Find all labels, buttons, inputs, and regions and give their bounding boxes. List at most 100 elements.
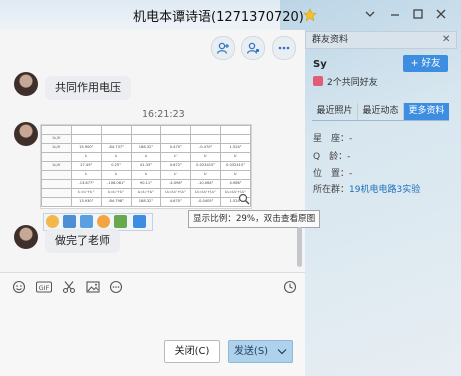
image-table-cell: I₁ xyxy=(70,170,102,180)
member-info-icon[interactable] xyxy=(241,36,265,60)
avatar[interactable] xyxy=(14,225,38,249)
friends-icon xyxy=(313,76,323,86)
info-row: 所在群：19机电电路3实验 xyxy=(313,182,420,195)
image-table-cell: I₂=I₂'+I₂'' xyxy=(100,188,132,198)
info-label: 所在群： xyxy=(313,185,350,195)
image-table-cell: 0.25° xyxy=(100,161,132,171)
image-icon[interactable] xyxy=(86,280,100,294)
image-table-cell xyxy=(70,134,102,144)
add-member-icon[interactable] xyxy=(211,36,235,60)
message-bubble[interactable]: 共同作用电压 xyxy=(45,76,131,100)
image-table-cell xyxy=(41,188,72,198)
pin-icon[interactable] xyxy=(133,215,146,228)
image-table-cell xyxy=(190,134,222,144)
save-icon[interactable] xyxy=(63,215,76,228)
tab-recent-photos[interactable]: 最近照片 xyxy=(312,103,358,120)
image-table-cell: I₂' xyxy=(190,152,222,162)
image-table-cell: U₁/V xyxy=(41,134,72,144)
image-table-cell: I₂ xyxy=(100,170,132,180)
avatar[interactable] xyxy=(14,122,38,146)
maximize-icon[interactable] xyxy=(410,6,426,22)
chevron-down-icon[interactable] xyxy=(362,6,378,22)
star-icon[interactable] xyxy=(303,8,317,22)
image-table-cell: I₁=I₁'+I₁'' xyxy=(70,188,102,198)
image-table-cell: U₂/V xyxy=(41,143,72,153)
magnify-icon[interactable] xyxy=(238,193,250,205)
image-table-cell xyxy=(41,170,72,180)
gif-icon[interactable]: GIF xyxy=(36,280,52,294)
image-table-cell: 188.32° xyxy=(130,197,162,207)
add-friend-button[interactable]: + 好友 xyxy=(403,55,448,72)
close-button[interactable]: 关闭(C) xyxy=(164,340,220,363)
minimize-icon[interactable] xyxy=(387,6,403,22)
window-title: 机电本谭诗语(1271370720) xyxy=(133,10,304,25)
image-table-cell: U₂=U₂'+U₂'' xyxy=(190,188,222,198)
tab-recent-activity[interactable]: 最近动态 xyxy=(358,103,404,120)
image-table-cell xyxy=(70,125,102,135)
more-icon[interactable] xyxy=(109,280,123,294)
image-table-cell: I₁' xyxy=(160,170,192,180)
image-table-cell: I₂' xyxy=(190,170,222,180)
emoji-icon[interactable] xyxy=(12,280,26,294)
mutual-friends[interactable]: 2个共同好友 xyxy=(327,75,378,88)
info-row: Q 龄：- xyxy=(313,149,350,162)
avatar[interactable] xyxy=(14,72,38,96)
image-table-cell: 0.470° xyxy=(160,143,192,153)
image-table-cell: -84.798° xyxy=(100,197,132,207)
image-table-cell: I₃ xyxy=(130,170,162,180)
send-options-button[interactable] xyxy=(272,340,293,363)
image-table-row: I₁=I₁'+I₁'' I₂=I₂'+I₂'' I₃=I₃'+I₃'' U₁=U₁'+… xyxy=(41,188,251,198)
image-table-cell: 0.672° xyxy=(160,161,192,171)
chevron-down-icon xyxy=(277,349,287,355)
face-icon[interactable] xyxy=(97,215,110,228)
history-icon[interactable] xyxy=(283,280,297,294)
image-table-row xyxy=(41,125,251,135)
edit-image-icon[interactable] xyxy=(114,215,127,228)
image-table-cell xyxy=(220,134,251,144)
image-table-row: I₁ I₂ I₃ I₁' I₂' I₃' xyxy=(41,152,251,162)
image-table-cell: 27.49° xyxy=(70,161,102,171)
image-table-cell: 4.986° xyxy=(220,179,251,189)
image-table-cell: -0.470° xyxy=(190,143,222,153)
image-table-cell: U₁=U₁'+U₁'' xyxy=(160,188,192,198)
image-table-cell: -0.0405° xyxy=(190,197,222,207)
close-icon[interactable] xyxy=(433,6,449,22)
message-bubble[interactable]: 做完了老师 xyxy=(45,229,120,253)
image-table-cell xyxy=(130,134,162,144)
image-table-cell xyxy=(100,125,132,135)
image-table-cell: 4.670° xyxy=(160,197,192,207)
info-value: - xyxy=(349,134,353,144)
image-table-cell xyxy=(41,125,72,135)
scissors-icon[interactable] xyxy=(62,280,76,294)
message-text: 做完了老师 xyxy=(55,234,110,247)
image-table-cell xyxy=(41,197,72,207)
image-table-cell xyxy=(130,125,162,135)
group-link[interactable]: 19机电电路3实验 xyxy=(349,185,420,195)
info-row: 位 置：- xyxy=(313,166,352,179)
copy-icon[interactable] xyxy=(80,215,93,228)
more-options-icon[interactable] xyxy=(272,36,296,60)
tab-divider xyxy=(312,120,449,121)
image-table-cell: I₃' xyxy=(220,152,251,162)
send-button[interactable]: 发送(S) xyxy=(228,340,274,363)
emoji-icon[interactable] xyxy=(46,215,59,228)
image-table-cell xyxy=(41,152,72,162)
image-table-row: 13.930° -84.798° 188.32° 4.670° -0.0405° 1.52… xyxy=(41,197,251,207)
user-name: Sy xyxy=(313,59,327,70)
tab-more-info[interactable]: 更多资料 xyxy=(404,103,449,120)
image-table-cell xyxy=(220,125,251,135)
image-table-row: U₂/V 15.900° -84.737° 188.32° 0.470° -0.470° 1… xyxy=(41,143,251,153)
message-image[interactable]: U₁/V U₂/V 15.900° -84.737° 188.32° 0.470° -0.4… xyxy=(40,124,252,209)
collapse-icon[interactable]: ✕ xyxy=(442,34,450,45)
image-table-cell: I₁' xyxy=(160,152,192,162)
scrollbar[interactable] xyxy=(297,227,302,267)
message-timestamp: 16:21:23 xyxy=(142,109,185,120)
image-table-cell: 0.032415° xyxy=(220,161,251,171)
image-table-cell: I₃' xyxy=(220,170,251,180)
image-table-cell: 188.32° xyxy=(130,143,162,153)
image-table-cell: I₂ xyxy=(100,152,132,162)
image-table-cell: U₂/V xyxy=(41,161,72,171)
image-table-cell: -13.877° xyxy=(70,179,102,189)
image-table-cell xyxy=(41,179,72,189)
image-table-cell: I₃ xyxy=(130,152,162,162)
